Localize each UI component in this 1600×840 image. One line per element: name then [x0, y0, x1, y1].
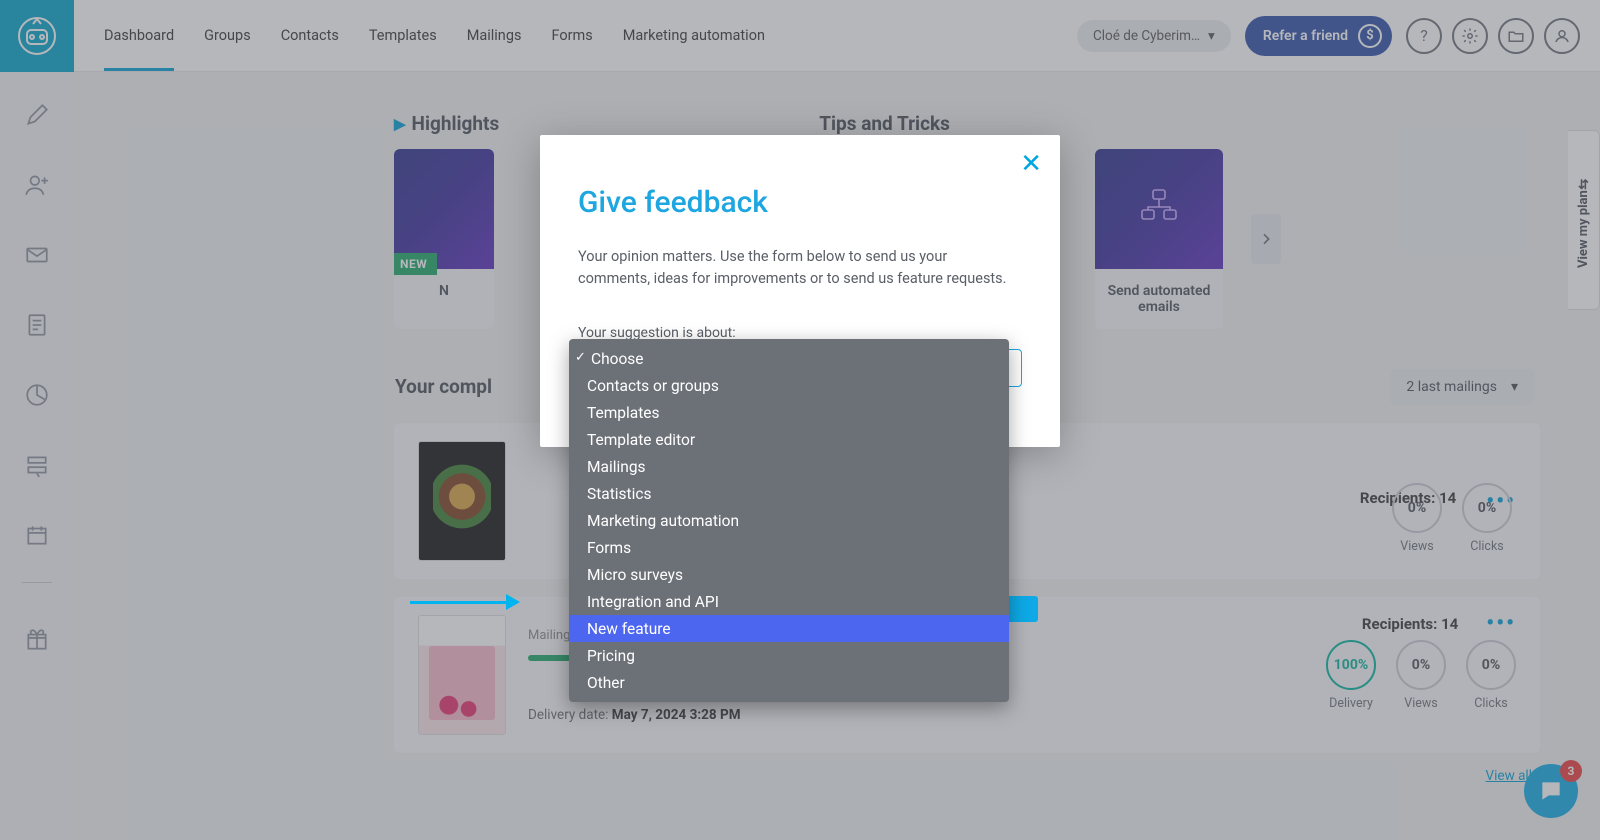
- dropdown-option[interactable]: Mailings: [569, 453, 1009, 480]
- suggestion-dropdown: Choose Contacts or groups Templates Temp…: [569, 339, 1009, 702]
- dropdown-option[interactable]: Marketing automation: [569, 507, 1009, 534]
- dropdown-option[interactable]: Micro surveys: [569, 561, 1009, 588]
- dropdown-option[interactable]: Other: [569, 669, 1009, 696]
- modal-title: Give feedback: [578, 185, 1022, 220]
- dropdown-option[interactable]: Choose: [569, 345, 1009, 372]
- dropdown-option[interactable]: Pricing: [569, 642, 1009, 669]
- close-icon[interactable]: ✕: [1020, 149, 1042, 179]
- dropdown-option[interactable]: Statistics: [569, 480, 1009, 507]
- dropdown-option-highlighted[interactable]: New feature: [569, 615, 1009, 642]
- dropdown-option[interactable]: Contacts or groups: [569, 372, 1009, 399]
- dropdown-option[interactable]: Templates: [569, 399, 1009, 426]
- annotation-arrow: [410, 594, 520, 610]
- dropdown-option[interactable]: Forms: [569, 534, 1009, 561]
- dropdown-option[interactable]: Template editor: [569, 426, 1009, 453]
- dropdown-option[interactable]: Integration and API: [569, 588, 1009, 615]
- modal-body: Your opinion matters. Use the form below…: [578, 246, 1022, 291]
